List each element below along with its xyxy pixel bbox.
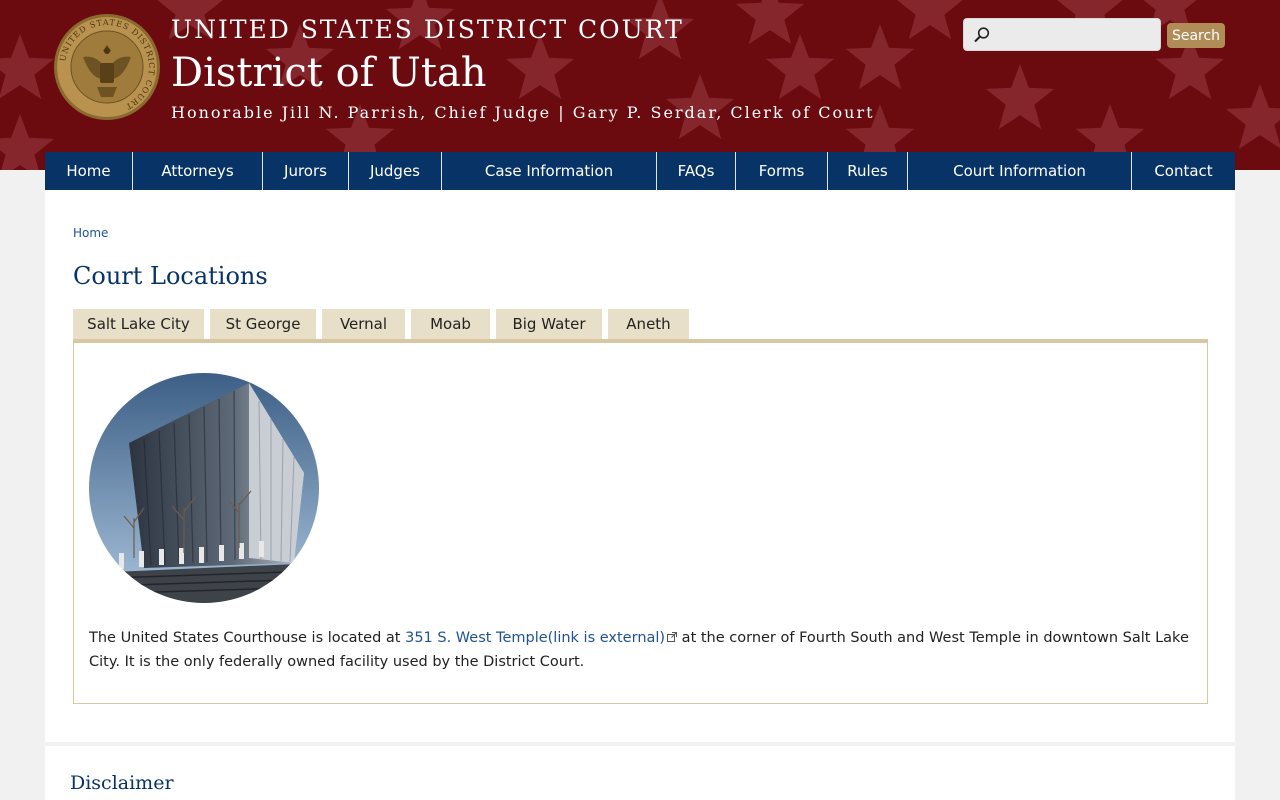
tab-moab[interactable]: Moab <box>411 309 490 339</box>
star-shape <box>845 24 915 90</box>
search-icon <box>974 27 990 43</box>
star-shape <box>985 64 1055 130</box>
site-header: UNITED STATES DISTRICT COURT UNITED STAT… <box>0 0 1280 170</box>
star-shape <box>1225 84 1280 150</box>
nav-item-rules[interactable]: Rules <box>828 152 908 190</box>
main-content: Home Court Locations Salt Lake City St G… <box>45 190 1235 742</box>
nav-item-faqs[interactable]: FAQs <box>657 152 736 190</box>
tab-panel-salt-lake-city: The United States Courthouse is located … <box>73 339 1208 704</box>
tab-vernal[interactable]: Vernal <box>322 309 405 339</box>
address-link-text: 351 S. West Temple(link is external) <box>405 630 666 646</box>
disclaimer-section: Disclaimer <box>45 746 1235 800</box>
address-link[interactable]: 351 S. West Temple(link is external) <box>405 630 678 646</box>
tab-salt-lake-city[interactable]: Salt Lake City <box>73 309 204 339</box>
nav-item-home[interactable]: Home <box>45 152 133 190</box>
breadcrumb-home[interactable]: Home <box>73 226 108 240</box>
star-shape <box>897 0 963 40</box>
district-title: District of Utah <box>171 50 487 96</box>
nav-item-court-information[interactable]: Court Information <box>908 152 1132 190</box>
star-shape <box>0 34 55 100</box>
nav-item-contact[interactable]: Contact <box>1132 152 1235 190</box>
location-tabs: Salt Lake City St George Vernal Moab Big… <box>73 309 695 339</box>
star-shape <box>735 0 805 45</box>
tab-st-george[interactable]: St George <box>210 309 316 339</box>
nav-item-jurors[interactable]: Jurors <box>263 152 349 190</box>
main-nav: Home Attorneys Jurors Judges Case Inform… <box>45 152 1235 190</box>
courthouse-photo <box>89 373 319 603</box>
search-input[interactable] <box>994 23 1158 49</box>
judges-subtitle: Honorable Jill N. Parrish, Chief Judge |… <box>171 103 875 122</box>
search-button[interactable]: Search <box>1167 23 1225 48</box>
nav-item-attorneys[interactable]: Attorneys <box>133 152 263 190</box>
page-title: Court Locations <box>73 262 268 290</box>
external-link-icon <box>667 632 678 642</box>
court-seal-icon: UNITED STATES DISTRICT COURT <box>54 14 160 120</box>
disclaimer-title: Disclaimer <box>70 772 174 794</box>
nav-item-judges[interactable]: Judges <box>349 152 442 190</box>
tab-aneth[interactable]: Aneth <box>608 309 689 339</box>
court-name: UNITED STATES DISTRICT COURT <box>171 15 684 44</box>
description-text-before: The United States Courthouse is located … <box>89 630 406 646</box>
star-shape <box>765 34 835 100</box>
location-description: The United States Courthouse is located … <box>89 626 1194 674</box>
search-field[interactable] <box>963 18 1161 51</box>
nav-item-forms[interactable]: Forms <box>736 152 828 190</box>
nav-item-case-information[interactable]: Case Information <box>442 152 657 190</box>
tab-big-water[interactable]: Big Water <box>496 309 602 339</box>
